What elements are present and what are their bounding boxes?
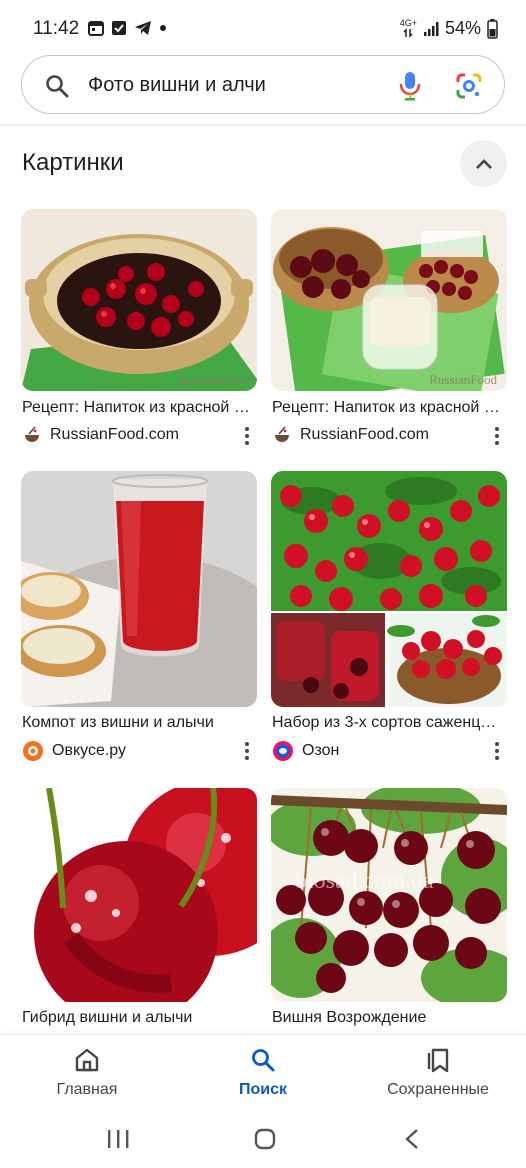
network-type: 4G+ (399, 18, 417, 28)
bookmarks-icon (427, 1048, 449, 1073)
result-title[interactable]: Гибрид вишни и алычи (22, 1009, 254, 1027)
calendar-icon (88, 21, 104, 36)
home-icon (75, 1048, 99, 1072)
result-image-1[interactable]: RussianFood (21, 209, 257, 391)
russianfood-logo-icon (25, 426, 39, 442)
image-result-6[interactable]: biosad.com.ua Вишня Возрождение (271, 788, 507, 1033)
system-navigation-bar (0, 1114, 526, 1168)
nav-home[interactable]: Главная (17, 1047, 157, 1099)
status-time: 11:42 (33, 18, 80, 39)
chevron-up-icon (475, 158, 492, 169)
more-icon[interactable] (493, 427, 501, 445)
status-bar: 11:42 4G+ 54% (0, 0, 526, 58)
watermark: biosad.com.ua (295, 868, 434, 894)
search-icon (252, 1049, 275, 1072)
result-title[interactable]: Рецепт: Напиток из красной смородины, ви… (272, 399, 504, 417)
watermark: RussianFood (179, 372, 247, 387)
collapse-button[interactable] (460, 140, 507, 187)
section-title: Картинки (22, 149, 124, 176)
battery-percent: 54% (444, 18, 481, 38)
result-title[interactable]: Рецепт: Напиток из красной смородины, ви… (22, 399, 254, 417)
image-result-2[interactable]: RussianFood Рецепт: Напиток из красной с… (271, 209, 507, 454)
search-input[interactable]: Фото вишни и алчи (88, 74, 266, 97)
search-icon[interactable] (44, 73, 70, 99)
ovkuse-logo-icon (23, 741, 43, 761)
image-result-1[interactable]: RussianFood Рецепт: Напиток из красной с… (21, 209, 257, 454)
result-image-3[interactable] (21, 471, 257, 707)
nav-search[interactable]: Поиск (193, 1047, 333, 1099)
result-title[interactable]: Компот из вишни и алычи (22, 714, 254, 732)
checkbox-icon (112, 21, 126, 35)
data-arrows-icon (403, 28, 413, 38)
search-bar[interactable]: Фото вишни и алчи (21, 55, 505, 114)
header-divider (0, 124, 526, 126)
watermark: RussianFood (429, 372, 497, 387)
more-icon[interactable] (493, 742, 501, 760)
telegram-icon (135, 21, 151, 35)
home-circle-icon[interactable] (253, 1127, 277, 1151)
lens-icon[interactable] (456, 73, 482, 99)
image-result-4[interactable]: Набор из 3-х сортов саженцев вишни Озон (271, 471, 507, 763)
result-title[interactable]: Набор из 3-х сортов саженцев вишни (272, 714, 504, 732)
image-result-5[interactable]: Гибрид вишни и алычи (21, 788, 257, 1033)
russianfood-logo-icon (275, 426, 289, 442)
more-icon[interactable] (243, 427, 251, 445)
result-image-2[interactable]: RussianFood (271, 209, 507, 391)
mic-icon[interactable] (398, 71, 422, 101)
more-icon[interactable] (243, 742, 251, 760)
result-title[interactable]: Вишня Возрождение (272, 1009, 504, 1027)
battery-icon (487, 18, 498, 39)
ozon-logo-icon (273, 741, 293, 761)
result-image-5[interactable] (21, 788, 257, 1002)
nav-saved[interactable]: Сохраненные (368, 1047, 508, 1099)
result-source[interactable]: Озон (273, 741, 339, 761)
image-result-3[interactable]: Компот из вишни и алычи Овкусе.ру (21, 471, 257, 763)
result-source[interactable]: Овкусе.ру (23, 741, 126, 761)
result-image-6[interactable]: biosad.com.ua (271, 788, 507, 1002)
signal-icon (423, 21, 439, 36)
result-source[interactable]: RussianFood.com (23, 426, 179, 444)
recents-icon[interactable] (106, 1128, 130, 1150)
result-image-4[interactable] (271, 471, 507, 707)
back-icon[interactable] (402, 1127, 422, 1151)
dot-icon (160, 25, 166, 31)
bottom-navigation: Главная Поиск Сохраненные (0, 1034, 526, 1114)
result-source[interactable]: RussianFood.com (273, 426, 429, 444)
